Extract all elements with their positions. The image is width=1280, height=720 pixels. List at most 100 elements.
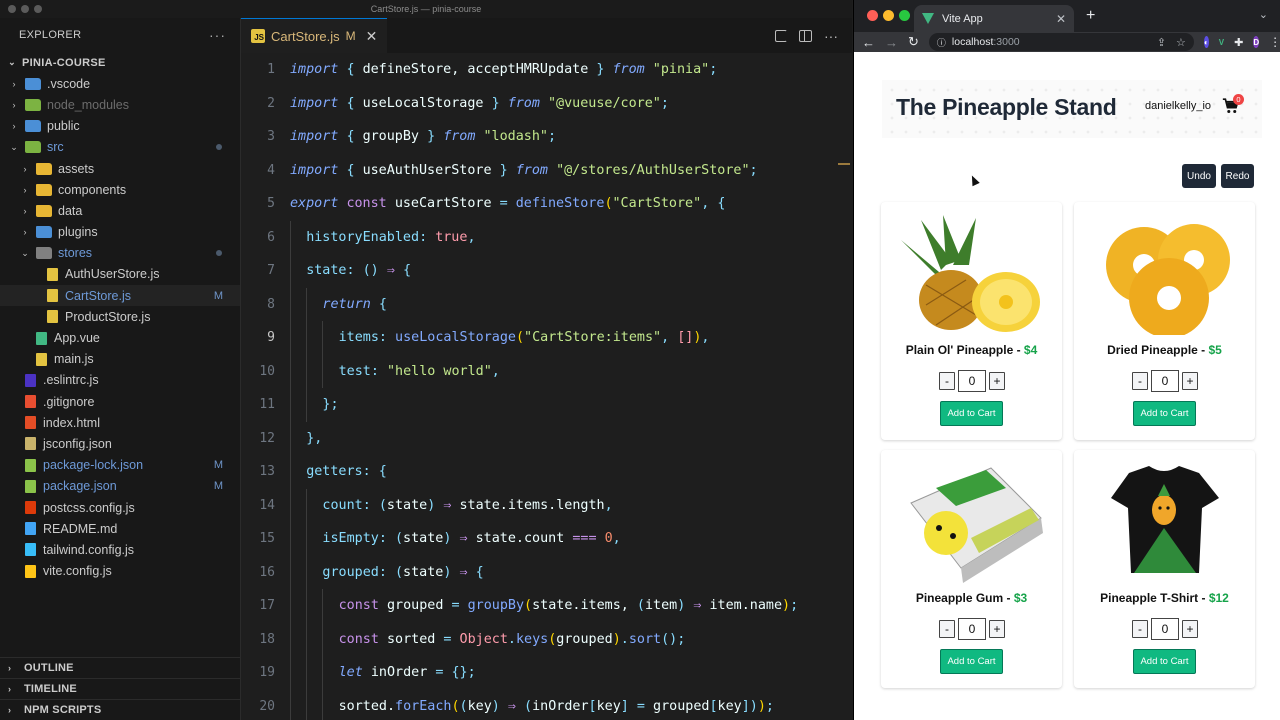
code-token: grouped (322, 564, 379, 580)
decrement-button[interactable]: - (939, 620, 955, 638)
code-token: import (290, 129, 347, 145)
code-token: item (644, 598, 678, 614)
code-token: grouped (386, 598, 452, 614)
tree-item-cartstore-js[interactable]: CartStore.js M (0, 285, 240, 307)
close-tab-icon[interactable]: ✕ (1056, 12, 1066, 26)
extension-icon[interactable]: ◐ (1203, 36, 1209, 48)
minimize-window-button[interactable] (883, 10, 894, 21)
product-name: Pineapple T-Shirt - $12 (1074, 591, 1255, 605)
line-number: 5 (267, 196, 275, 212)
more-actions-icon[interactable]: ··· (824, 28, 838, 44)
tree-item-label: assets (58, 161, 95, 176)
bookmark-star-icon[interactable]: ☆ (1176, 36, 1186, 49)
tree-item-app-vue[interactable]: App.vue (0, 327, 240, 348)
tree-item-src[interactable]: ⌄ src (0, 137, 240, 158)
tree-item-index-html[interactable]: index.html (0, 412, 240, 433)
quantity-input[interactable]: 0 (958, 618, 986, 640)
code-token: = (443, 631, 460, 647)
code-token: : (346, 263, 363, 279)
tree-item-productstore-js[interactable]: ProductStore.js (0, 306, 240, 327)
new-tab-button[interactable]: + (1086, 7, 1095, 25)
tree-item-readme-md[interactable]: README.md (0, 518, 240, 539)
tree-item-components[interactable]: › components (0, 179, 240, 200)
back-icon[interactable]: ← (862, 35, 875, 50)
close-window-button[interactable] (867, 10, 878, 21)
tree-item-eslintrc-js[interactable]: .eslintrc.js (0, 370, 240, 391)
decrement-button[interactable]: - (1132, 372, 1148, 390)
increment-button[interactable]: + (989, 372, 1005, 390)
tree-item-assets[interactable]: › assets (0, 158, 240, 179)
maximize-window-button[interactable] (34, 5, 42, 13)
tree-item-data[interactable]: › data (0, 200, 240, 221)
split-editor-icon[interactable] (799, 29, 812, 42)
code-token: ] (620, 698, 637, 714)
tree-item-plugins[interactable]: › plugins (0, 222, 240, 243)
add-to-cart-button[interactable]: Add to Cart (1133, 649, 1196, 674)
code-token: from (515, 162, 557, 178)
folder-icon (36, 247, 52, 260)
increment-button[interactable]: + (1182, 372, 1198, 390)
code-token: { (402, 263, 411, 279)
tree-item-jsconfig-json[interactable]: jsconfig.json (0, 433, 240, 454)
minimize-window-button[interactable] (21, 5, 29, 13)
tab-search-icon[interactable]: ⌄ (1259, 8, 1268, 21)
maximize-window-button[interactable] (899, 10, 910, 21)
increment-button[interactable]: + (1182, 620, 1198, 638)
profile-avatar[interactable]: D (1253, 36, 1260, 48)
project-root[interactable]: ⌄ PINIA-COURSE (0, 52, 240, 73)
increment-button[interactable]: + (989, 620, 1005, 638)
username: danielkelly_io (1145, 100, 1212, 112)
quantity-input[interactable]: 0 (1151, 370, 1179, 392)
file-icon (25, 543, 36, 557)
file-icon (47, 289, 58, 303)
extensions-puzzle-icon[interactable]: ✚ (1234, 36, 1243, 49)
code-line: 1 import { defineStore, acceptHMRUpdate }… (241, 53, 841, 87)
line-number: 19 (259, 665, 275, 681)
share-icon[interactable]: ⇪ (1157, 36, 1166, 49)
code-token: const (338, 598, 387, 614)
code-token: = (636, 698, 654, 714)
tree-item-stores[interactable]: ⌄ stores (0, 243, 240, 264)
panel-npm-scripts[interactable]: › NPM SCRIPTS (0, 699, 240, 720)
decrement-button[interactable]: - (1132, 620, 1148, 638)
tree-item-vite-config-js[interactable]: vite.config.js (0, 561, 240, 582)
browser-menu-icon[interactable]: ⋮ (1269, 35, 1280, 49)
tree-item-postcss-config-js[interactable]: postcss.config.js (0, 497, 240, 518)
undo-button[interactable]: Undo (1182, 164, 1216, 188)
browser-tab[interactable]: Vite App ✕ (914, 5, 1074, 32)
site-info-icon[interactable]: ⓘ (937, 36, 946, 49)
add-to-cart-button[interactable]: Add to Cart (940, 401, 1003, 426)
vue-devtools-icon[interactable]: V (1219, 36, 1224, 48)
line-number: 10 (259, 363, 275, 379)
tab-cartstore[interactable]: JS CartStore.js M ✕ (241, 18, 388, 53)
reload-icon[interactable]: ↻ (908, 34, 919, 50)
code-area[interactable]: 1 import { defineStore, acceptHMRUpdate }… (241, 53, 852, 720)
tree-item-package-json[interactable]: package.json M (0, 476, 240, 497)
code-token: useLocalStorage (395, 330, 516, 346)
code-token: ) (427, 497, 444, 513)
tree-item-authuserstore-js[interactable]: AuthUserStore.js (0, 264, 240, 285)
panel-outline[interactable]: › OUTLINE (0, 657, 240, 678)
tree-item-package-lock-json[interactable]: package-lock.json M (0, 455, 240, 476)
ellipsis-icon[interactable]: ··· (209, 27, 226, 43)
line-number: 9 (267, 330, 275, 346)
address-bar[interactable]: ⓘ localhost:3000 ⇪ ☆ (928, 33, 1194, 51)
tree-item-node-modules[interactable]: › node_modules (0, 94, 240, 115)
panel-timeline[interactable]: › TIMELINE (0, 678, 240, 699)
tree-item-tailwind-config-js[interactable]: tailwind.config.js (0, 539, 240, 560)
code-token: } (427, 129, 444, 145)
add-to-cart-button[interactable]: Add to Cart (940, 649, 1003, 674)
close-window-button[interactable] (8, 5, 16, 13)
open-changes-icon[interactable] (775, 29, 787, 42)
tree-item-gitignore[interactable]: .gitignore (0, 391, 240, 412)
quantity-input[interactable]: 0 (1151, 618, 1179, 640)
add-to-cart-button[interactable]: Add to Cart (1133, 401, 1196, 426)
tree-item-vscode[interactable]: › .vscode (0, 73, 240, 94)
redo-button[interactable]: Redo (1221, 164, 1254, 188)
tree-item-main-js[interactable]: main.js (0, 349, 240, 370)
decrement-button[interactable]: - (939, 372, 955, 390)
tree-item-public[interactable]: › public (0, 116, 240, 137)
close-tab-icon[interactable]: ✕ (366, 28, 378, 45)
forward-icon[interactable]: → (885, 35, 898, 50)
quantity-input[interactable]: 0 (958, 370, 986, 392)
